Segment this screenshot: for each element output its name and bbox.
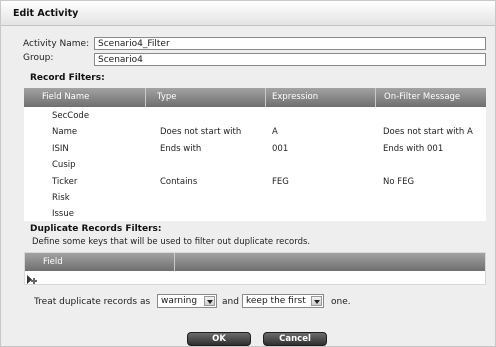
treat-duplicates-prefix: Treat duplicate records as xyxy=(34,297,151,307)
record-filters-body: SecCode Name Does not start with A Does … xyxy=(24,108,486,223)
cell-expression: FEG xyxy=(272,176,289,187)
table-row[interactable]: SecCode xyxy=(24,108,486,124)
duplicate-filters-hint: Define some keys that will be used to fi… xyxy=(32,237,311,247)
table-row[interactable]: ISIN Ends with 001 Ends with 001 xyxy=(24,141,486,157)
dialog-title: Edit Activity xyxy=(13,8,79,19)
cell-field-name: Name xyxy=(52,127,78,138)
duplicate-mode-select[interactable]: warning xyxy=(157,294,217,308)
table-row[interactable]: Risk xyxy=(24,190,486,206)
activity-name-input[interactable]: Scenario4_Filter xyxy=(94,37,486,50)
activity-name-label: Activity Name: xyxy=(23,39,90,49)
duplicate-mode-value: warning xyxy=(161,296,198,306)
cell-field-name: Issue xyxy=(52,209,74,220)
column-header-expression[interactable]: Expression xyxy=(264,88,376,107)
cell-type: Ends with xyxy=(160,143,202,154)
cell-type: Contains xyxy=(160,176,198,187)
edit-activity-dialog: Edit Activity Activity Name: Scenario4_F… xyxy=(0,0,496,347)
cell-expression: A xyxy=(272,127,278,138)
table-row[interactable]: Issue xyxy=(24,206,486,222)
new-row-arrow-icon[interactable] xyxy=(27,275,39,285)
treat-duplicates-suffix: one. xyxy=(331,297,351,307)
duplicate-filters-header: Field xyxy=(25,253,485,271)
chevron-down-icon[interactable] xyxy=(311,296,322,306)
cell-type: Does not start with xyxy=(160,127,242,138)
table-row[interactable]: Cusip xyxy=(24,157,486,173)
record-filters-heading: Record Filters: xyxy=(30,73,105,83)
chevron-down-icon[interactable] xyxy=(204,296,215,306)
cell-on-filter-message: Does not start with A xyxy=(383,127,473,138)
cell-field-name: Risk xyxy=(52,192,70,203)
group-label: Group: xyxy=(23,53,54,63)
group-input[interactable]: Scenario4 xyxy=(94,53,486,66)
cell-field-name: SecCode xyxy=(52,111,90,121)
record-filters-header: Field Name Type Expression On-Filter Mes… xyxy=(24,88,486,107)
treat-duplicates-and: and xyxy=(222,297,239,307)
keep-record-value: keep the first xyxy=(246,296,306,306)
record-filters-table: Field Name Type Expression On-Filter Mes… xyxy=(24,88,486,221)
ok-button[interactable]: OK xyxy=(187,332,251,346)
cell-on-filter-message: No FEG xyxy=(383,176,415,187)
cell-field-name: ISIN xyxy=(52,143,69,154)
keep-record-select[interactable]: keep the first xyxy=(242,294,324,308)
duplicate-filters-table: Field xyxy=(24,252,486,285)
cell-expression: 001 xyxy=(272,143,289,154)
dialog-titlebar: Edit Activity xyxy=(1,1,495,26)
cancel-button[interactable]: Cancel xyxy=(263,332,327,346)
column-header-on-filter-message[interactable]: On-Filter Message xyxy=(376,88,486,107)
table-row[interactable]: Name Does not start with A Does not star… xyxy=(24,124,486,140)
column-header-type[interactable]: Type xyxy=(149,88,266,107)
column-header-field[interactable]: Field xyxy=(35,253,175,271)
cell-on-filter-message: Ends with 001 xyxy=(383,143,444,154)
cell-field-name: Cusip xyxy=(52,160,76,171)
column-header-field-name[interactable]: Field Name xyxy=(34,88,146,107)
cell-field-name: Ticker xyxy=(52,176,78,187)
table-row[interactable]: Ticker Contains FEG No FEG xyxy=(24,174,486,190)
duplicate-filters-heading: Duplicate Records Filters: xyxy=(30,224,162,234)
